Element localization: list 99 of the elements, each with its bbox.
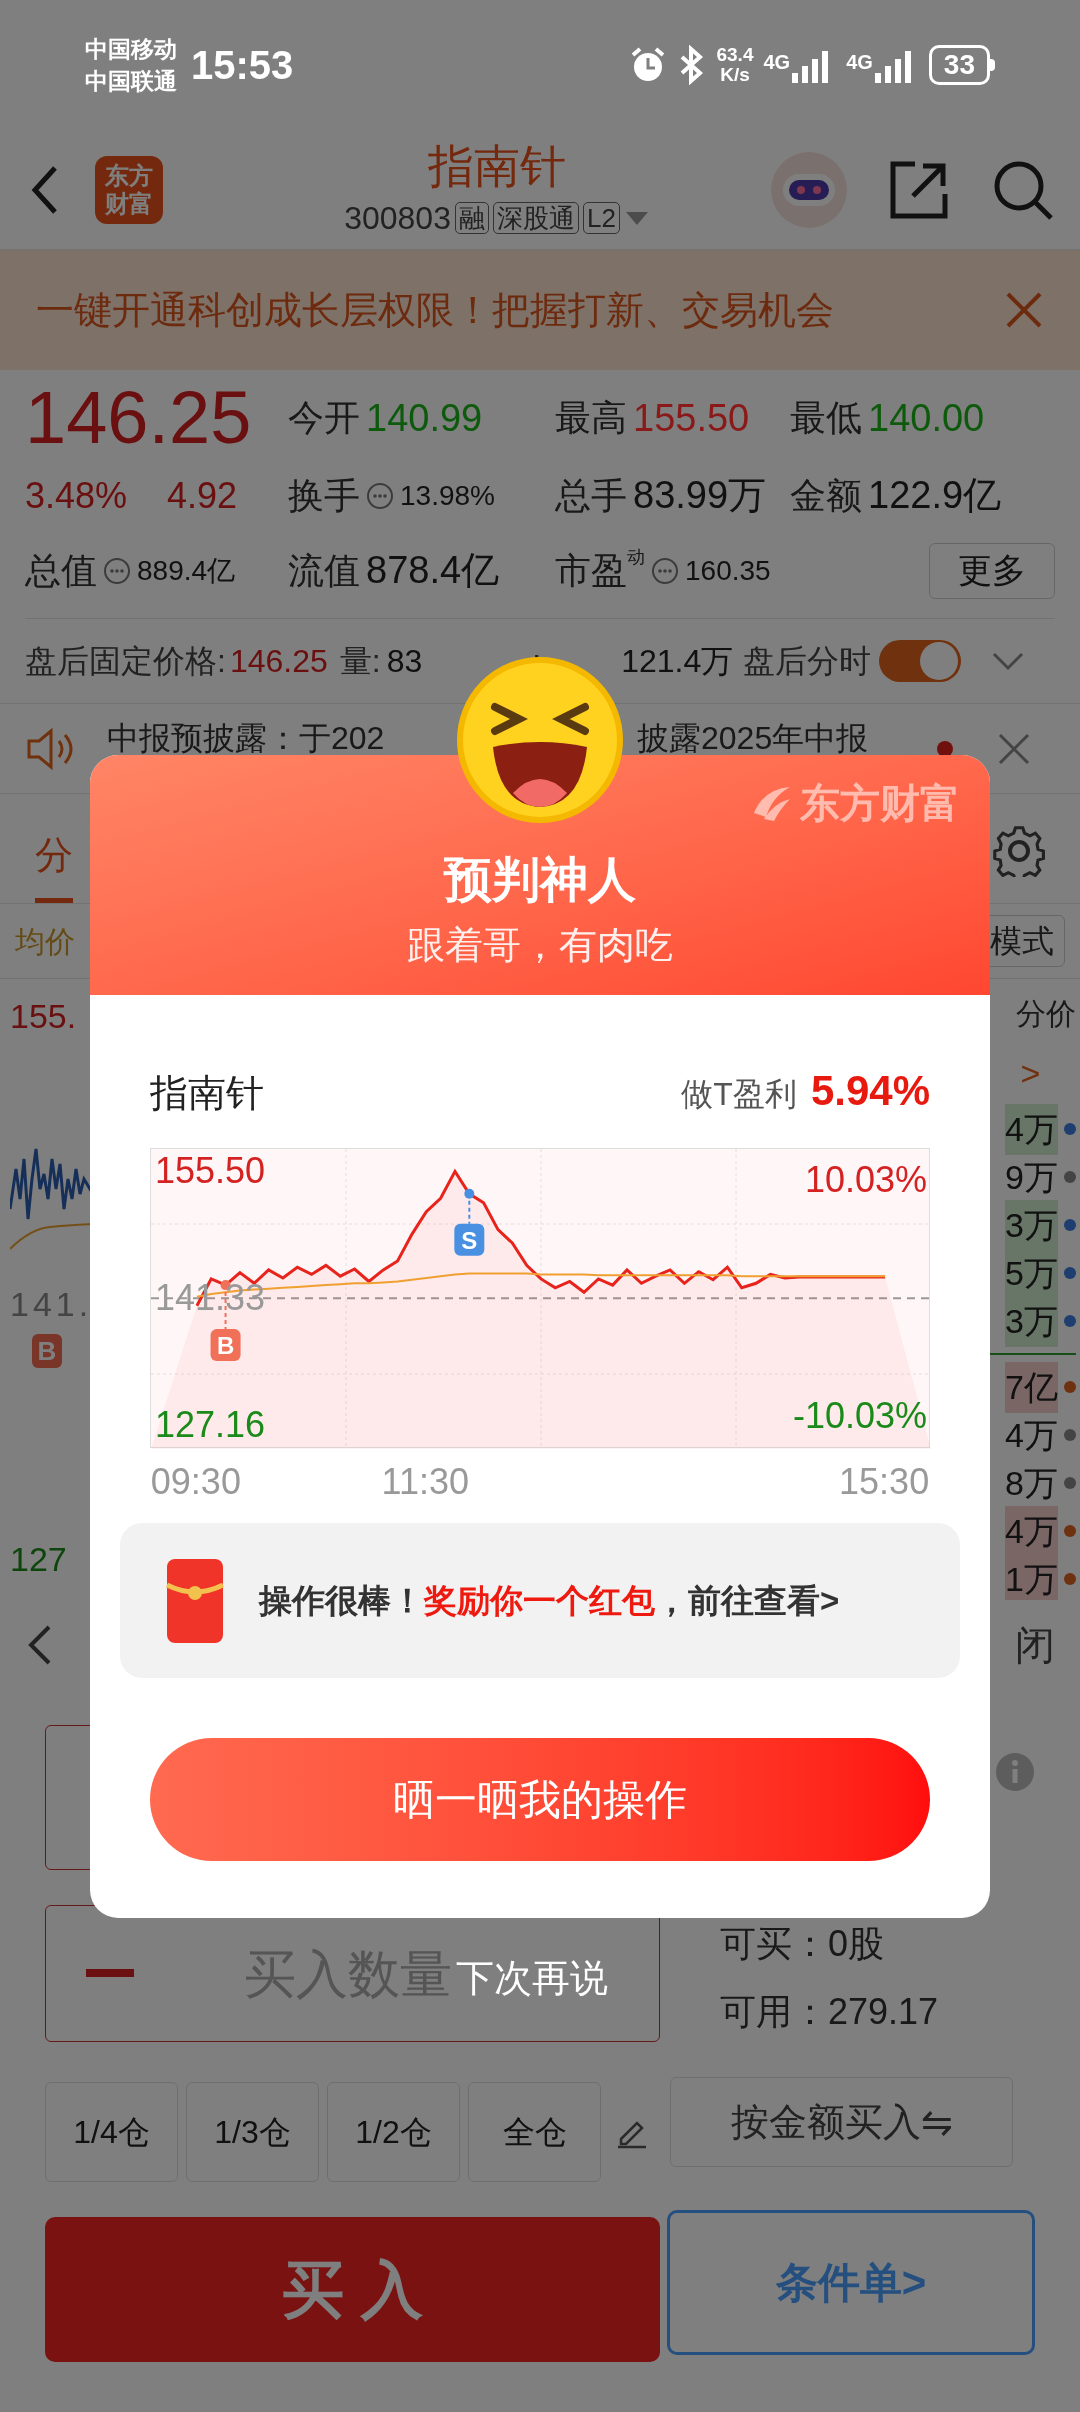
chart-tab[interactable]: 分 xyxy=(35,827,73,903)
sell-marker xyxy=(454,1188,485,1256)
axis-label: 127 xyxy=(10,1539,67,1580)
info-icon[interactable] xyxy=(995,1752,1035,1792)
reward-text[interactable]: 操作很棒！奖励你一个红包，前往查看> xyxy=(259,1575,840,1626)
promo-text: 一键开通科创成长层权限！把握打新、交易机会 xyxy=(36,287,834,333)
stat-label: 最低 xyxy=(790,396,862,440)
stock-code: 300803 xyxy=(344,198,451,238)
stat-value: 889.4亿 xyxy=(137,553,236,588)
buy-marker: B xyxy=(32,1334,62,1368)
more-info-icon[interactable] xyxy=(651,556,679,585)
volume-label: 量: xyxy=(339,642,381,681)
buy-button[interactable]: 买 入 xyxy=(45,2217,660,2362)
position-button[interactable]: 1/2仓 xyxy=(327,2082,460,2182)
available-funds-text: 可用：279.17 xyxy=(720,1990,940,2034)
stat-value: 140.00 xyxy=(868,395,985,441)
stat-label: 最高 xyxy=(555,396,627,440)
more-button[interactable]: 更多 xyxy=(929,542,1055,599)
laughing-emoji-icon xyxy=(455,655,625,825)
stat-label: 金额 xyxy=(790,473,862,518)
change-amount: 4.92 xyxy=(167,473,238,518)
position-button[interactable]: 全仓 xyxy=(468,2082,601,2182)
carrier-label: 中国联通 xyxy=(85,67,177,96)
axis-label: 155. xyxy=(10,996,77,1037)
axis-label: 155.50 xyxy=(155,1151,266,1192)
order-book-header: 分价 xyxy=(1016,996,1076,1032)
stat-value: 122.9亿 xyxy=(868,473,1002,518)
order-volume: 8万 xyxy=(1005,1462,1058,1504)
post-market-label: 盘后固定价格: xyxy=(25,642,226,681)
position-button[interactable]: 1/3仓 xyxy=(186,2082,319,2182)
order-volume: 7亿 xyxy=(1005,1361,1058,1413)
promo-banner[interactable]: 一键开通科创成长层权限！把握打新、交易机会 xyxy=(0,250,1080,370)
dialog-subtitle: 跟着哥，有肉吃 xyxy=(407,923,673,968)
more-info-icon[interactable] xyxy=(366,481,394,510)
stat-value: 878.4亿 xyxy=(366,548,500,593)
percent-label: 10.03% xyxy=(804,1158,927,1202)
dismiss-button[interactable]: 下次再说 xyxy=(456,1950,608,2007)
carrier-label: 中国移动 xyxy=(85,35,177,64)
position-button[interactable]: 1/4仓 xyxy=(45,2082,178,2182)
stat-value: 13.98% xyxy=(400,478,495,513)
profit-value: 5.94% xyxy=(810,1066,930,1116)
network-speed: K/s xyxy=(720,65,750,85)
order-volume: 4万 xyxy=(1005,1414,1058,1456)
amount-value: 121.4万 xyxy=(621,642,734,681)
close-icon[interactable] xyxy=(997,731,1031,766)
stat-value: 160.35 xyxy=(685,553,771,588)
order-book-arrow[interactable]: > xyxy=(1020,1048,1041,1099)
buy-by-amount-button[interactable]: 按金额买入⇋ xyxy=(670,2077,1013,2167)
change-percent: 3.48% xyxy=(25,473,128,518)
post-market-price: 146.25 xyxy=(229,642,328,681)
percent-label: -10.03% xyxy=(792,1394,927,1438)
time-label: 09:30 xyxy=(150,1460,241,1504)
order-volume: 3万 xyxy=(1005,1199,1058,1251)
stock-tag: 深股通 xyxy=(492,201,579,234)
stock-name: 指南针 xyxy=(150,1071,264,1116)
stat-label: 流值 xyxy=(288,548,360,593)
clock-time: 15:53 xyxy=(191,42,294,89)
toggle-label: 盘后分时 xyxy=(743,642,872,681)
settings-icon[interactable] xyxy=(993,825,1045,877)
stock-tag: L2 xyxy=(582,201,620,234)
stat-superscript: 动 xyxy=(627,545,645,567)
network-speed: 63.4 xyxy=(716,45,754,65)
network-type: 4G xyxy=(763,50,791,75)
dialog-title: 预判神人 xyxy=(444,852,636,908)
stat-value: 83.99万 xyxy=(633,473,767,518)
axis-label: 141. xyxy=(10,1284,93,1325)
stat-label: 换手 xyxy=(288,473,360,518)
stat-label: 总值 xyxy=(25,548,97,593)
stat-label: 总手 xyxy=(555,473,627,518)
stock-tag: 融 xyxy=(454,201,489,234)
app-logo[interactable]: 东方 财富 xyxy=(95,155,163,224)
network-type: 4G xyxy=(846,50,873,75)
time-label: 11:30 xyxy=(381,1460,469,1504)
volume-value: 83 xyxy=(386,642,423,681)
annotation: B xyxy=(216,1332,235,1360)
average-price-label: 均价 xyxy=(15,923,75,960)
stat-value: 155.50 xyxy=(633,395,750,441)
close-label[interactable]: 闭 xyxy=(1015,1615,1055,1675)
stat-value: 140.99 xyxy=(366,395,483,441)
time-label: 15:30 xyxy=(839,1460,930,1504)
order-volume: 4万 xyxy=(1005,1103,1058,1155)
expand-icon[interactable] xyxy=(991,650,1026,672)
last-price: 146.25 xyxy=(25,378,253,458)
brand-name: 东方财富 xyxy=(800,780,960,827)
post-market-toggle[interactable] xyxy=(879,640,962,682)
can-buy-text: 可买：0股 xyxy=(720,1922,886,1966)
reward-banner[interactable]: 操作很棒！奖励你一个红包，前往查看> xyxy=(120,1523,960,1678)
profit-label: 做T盈利 xyxy=(681,1075,797,1114)
axis-label: 127.16 xyxy=(155,1405,266,1446)
annotation: S xyxy=(461,1226,478,1254)
stat-label: 市盈 xyxy=(555,549,627,593)
order-volume: 4万 xyxy=(1005,1505,1058,1557)
share-button[interactable]: 晒一晒我的操作 xyxy=(150,1738,930,1861)
stock-title: 指南针 xyxy=(428,138,566,194)
close-icon[interactable] xyxy=(1004,290,1044,330)
order-volume: 9万 xyxy=(1005,1156,1058,1198)
more-info-icon[interactable] xyxy=(103,556,131,585)
stat-label: 今开 xyxy=(288,396,360,440)
minus-icon[interactable] xyxy=(86,1968,134,1979)
